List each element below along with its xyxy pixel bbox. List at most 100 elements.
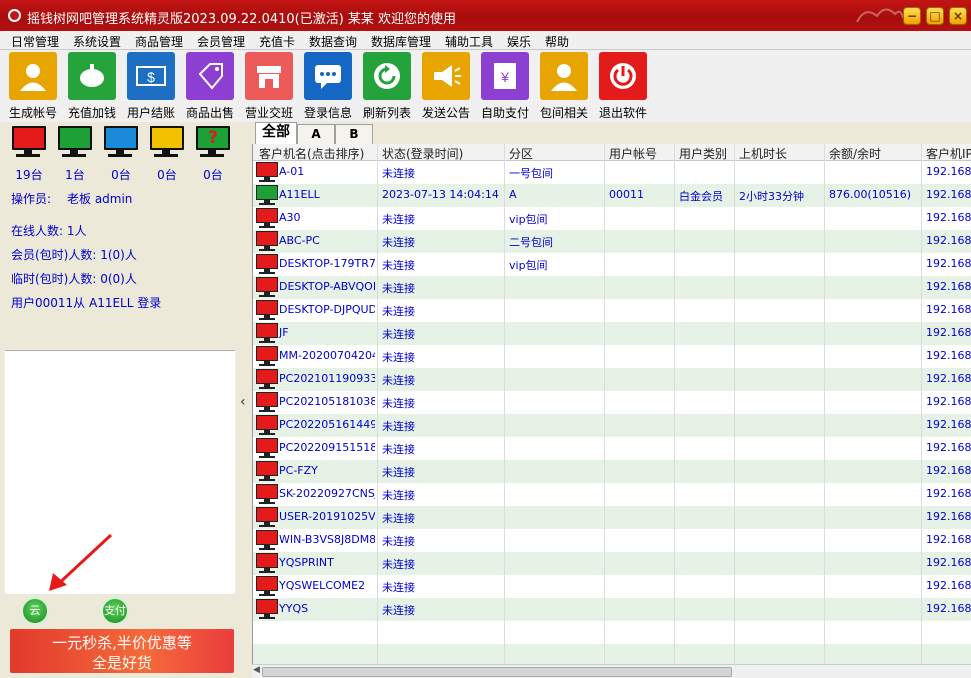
cell-status: 未连接 (382, 259, 415, 272)
table-row[interactable]: SK-20220927CNSJ 未连接 192.168 (253, 483, 971, 506)
table-row[interactable]: DESKTOP-DJPQUD5 未连接 192.168 (253, 299, 971, 322)
shift-handover-button[interactable]: 营业交班 (241, 52, 297, 120)
menu-database[interactable]: 数据库管理 (371, 33, 431, 50)
recharge-button[interactable]: 充值加钱 (64, 52, 120, 120)
table-row[interactable]: PC202209151518 未连接 192.168 (253, 437, 971, 460)
table-row[interactable]: PC202101190933 未连接 192.168 (253, 368, 971, 391)
send-notice-button[interactable]: 发送公告 (418, 52, 474, 120)
shop-icon (257, 66, 281, 88)
refresh-list-button[interactable]: 刷新列表 (359, 52, 415, 120)
table-row[interactable]: YYQS 未连接 192.168 (253, 598, 971, 621)
table-row[interactable]: YQSWELCOME2 未连接 192.168 (253, 575, 971, 598)
cell-name: DESKTOP-DJPQUD5 (279, 303, 375, 316)
cloud-button[interactable]: 云 (21, 597, 49, 625)
exit-button[interactable]: 退出软件 (595, 52, 651, 120)
tab-all[interactable]: 全部 (255, 122, 297, 144)
offline-pc-icon (256, 346, 278, 367)
operator-value: 老板 admin (67, 192, 133, 206)
menu-daily[interactable]: 日常管理 (11, 33, 59, 50)
table-row[interactable]: MM-202007042048 未连接 192.168 (253, 345, 971, 368)
table-row[interactable]: JF 未连接 192.168 (253, 322, 971, 345)
col-zone[interactable]: 分区 (509, 145, 533, 162)
online-pc-icon (256, 185, 278, 206)
menu-fun[interactable]: 娱乐 (507, 33, 531, 50)
checkout-button[interactable]: $ 用户结账 (123, 52, 179, 120)
table-row[interactable]: PC202105181038 未连接 192.168 (253, 391, 971, 414)
red-arrow-annotation (49, 533, 113, 591)
table-row[interactable]: DESKTOP-ABVQOR6 未连接 192.168 (253, 276, 971, 299)
horizontal-scrollbar[interactable]: ◀ (252, 664, 971, 678)
panel-splitter[interactable]: ‹ (238, 122, 252, 678)
cell-ip: 192.168 (926, 188, 971, 201)
menu-settings[interactable]: 系统设置 (73, 33, 121, 50)
col-balance[interactable]: 余额/余时 (829, 145, 881, 162)
client-grid: 客户机名(点击排序) 状态(登录时间) 分区 用户帐号 用户类别 上机时长 余额… (252, 144, 971, 664)
cell-name: A-01 (279, 165, 305, 178)
tab-b[interactable]: B (335, 124, 373, 144)
private-room-button[interactable]: 包间相关 (536, 52, 592, 120)
table-row[interactable]: USER-20191025VU 未连接 192.168 (253, 506, 971, 529)
cloud-ornament-icon (856, 8, 904, 23)
col-status[interactable]: 状态(登录时间) (382, 145, 463, 162)
status-unknown[interactable]: ? 0台 (195, 126, 231, 182)
col-type[interactable]: 用户类别 (679, 145, 727, 162)
menu-query[interactable]: 数据查询 (309, 33, 357, 50)
minimize-button[interactable]: − (903, 7, 921, 25)
offline-pc-icon (256, 231, 278, 252)
message-panel[interactable] (5, 350, 235, 594)
cell-name: PC202105181038 (279, 395, 375, 408)
sell-goods-button[interactable]: 商品出售 (182, 52, 238, 120)
collapse-left-icon[interactable]: ‹ (240, 394, 246, 410)
cell-name: DESKTOP-179TR72 (279, 257, 375, 270)
table-row[interactable]: A11ELL 2023-07-13 14:04:14 A 00011 白金会员 2小时33… (253, 184, 971, 207)
menu-goods[interactable]: 商品管理 (135, 33, 183, 50)
col-name[interactable]: 客户机名(点击排序) (259, 145, 364, 162)
cell-status: 未连接 (382, 282, 415, 295)
status-offline[interactable]: 19台 (11, 126, 47, 182)
scroll-left-icon[interactable]: ◀ (253, 665, 260, 675)
self-pay-button[interactable]: ¥ 自助支付 (477, 52, 533, 120)
cell-ip: 192.168 (926, 418, 971, 431)
generate-account-button[interactable]: 生成帐号 (5, 52, 61, 120)
offline-pc-icon (256, 300, 278, 321)
close-button[interactable]: × (949, 7, 967, 25)
status-yellow[interactable]: 0台 (149, 126, 185, 182)
cell-ip: 192.168 (926, 487, 971, 500)
cell-type: 白金会员 (679, 190, 723, 203)
ad-banner[interactable]: 一元秒杀,半价优惠等 全是好货 (10, 629, 234, 673)
status-blue[interactable]: 0台 (103, 126, 139, 182)
cell-status: 未连接 (382, 305, 415, 318)
menu-tools[interactable]: 辅助工具 (445, 33, 493, 50)
table-row[interactable]: DESKTOP-179TR72 未连接 vip包间 192.168 (253, 253, 971, 276)
offline-pc-icon (256, 208, 278, 229)
pay-button[interactable]: 支付 (101, 597, 129, 625)
table-row[interactable]: A-01 未连接 一号包间 192.168 (253, 161, 971, 184)
table-row[interactable]: A30 未连接 vip包间 192.168 (253, 207, 971, 230)
table-row[interactable]: YQSPRINT 未连接 192.168 (253, 552, 971, 575)
login-info-button[interactable]: 登录信息 (300, 52, 356, 120)
offline-pc-icon (256, 415, 278, 436)
cell-balance: 876.00(10516) (829, 188, 912, 201)
temp-count: 临时(包时)人数: 0(0)人 (11, 272, 137, 286)
table-row[interactable]: ABC-PC 未连接 二号包间 192.168 (253, 230, 971, 253)
maximize-button[interactable]: □ (926, 7, 944, 25)
col-account[interactable]: 用户帐号 (609, 145, 657, 162)
table-row[interactable]: PC-FZY 未连接 192.168 (253, 460, 971, 483)
power-icon (610, 63, 636, 89)
cell-status: 未连接 (382, 213, 415, 226)
menu-card[interactable]: 充值卡 (259, 33, 295, 50)
menu-members[interactable]: 会员管理 (197, 33, 245, 50)
svg-text:¥: ¥ (500, 69, 509, 85)
offline-pc-icon (256, 576, 278, 597)
table-row[interactable]: WIN-B3VS8J8DM83 未连接 192.168 (253, 529, 971, 552)
tab-a[interactable]: A (297, 124, 335, 144)
col-ip[interactable]: 客户机IP (926, 145, 971, 162)
col-duration[interactable]: 上机时长 (739, 145, 787, 162)
cell-ip: 192.168 (926, 211, 971, 224)
cell-status: 未连接 (382, 167, 415, 180)
status-online[interactable]: 1台 (57, 126, 93, 182)
table-row[interactable]: PC202205161449 未连接 192.168 (253, 414, 971, 437)
cell-name: A30 (279, 211, 301, 224)
scroll-thumb[interactable] (262, 667, 732, 677)
menu-help[interactable]: 帮助 (545, 33, 569, 50)
